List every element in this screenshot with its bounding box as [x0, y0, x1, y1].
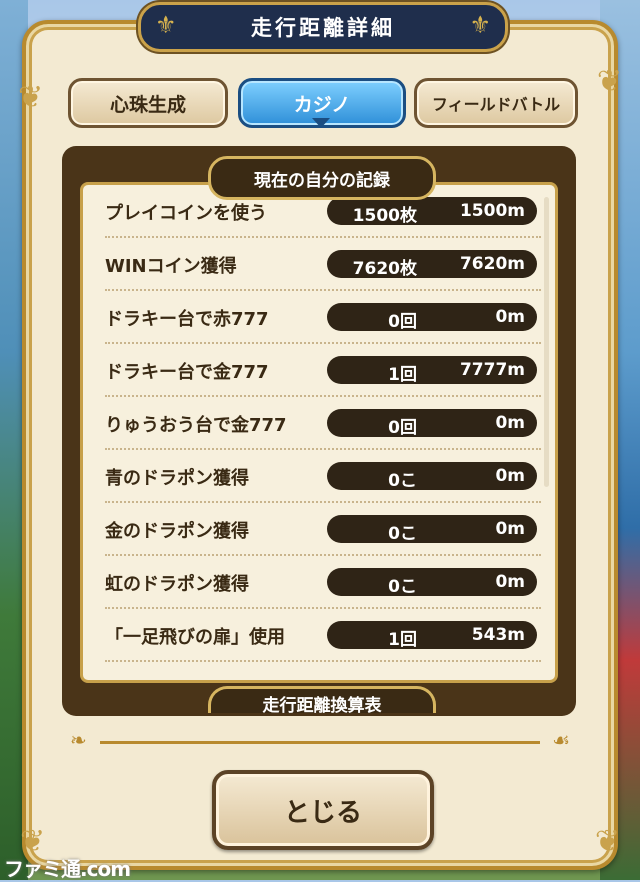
record-label: ドラキー台で金777 — [105, 362, 269, 383]
list-item: 金のドラポン獲得 0こ 0m — [83, 503, 555, 556]
record-count: 1回 — [388, 630, 417, 650]
record-count: 0こ — [388, 577, 417, 597]
record-label: 虹のドラポン獲得 — [105, 574, 249, 595]
record-count: 0回 — [388, 418, 417, 438]
record-count: 0こ — [388, 524, 417, 544]
ornamental-divider: ❧ ☙ — [70, 728, 570, 752]
list-item: 虹のドラポン獲得 0こ 0m — [83, 556, 555, 609]
list-item: 「一足飛びの扉」使用 1回 543m — [83, 609, 555, 662]
list-item: りゅうおう台で金777 0回 0m — [83, 397, 555, 450]
flourish-icon: ☙ — [552, 728, 570, 752]
record-label: りゅうおう台で金777 — [105, 415, 287, 436]
list-item: ドラキー台で赤777 0回 0m — [83, 291, 555, 344]
record-distance: 0m — [495, 413, 525, 433]
corner-ornament-icon: ❦ — [18, 80, 44, 115]
record-label: 金のドラポン獲得 — [105, 521, 249, 542]
record-value-pill: 1回 543m — [327, 621, 537, 650]
record-label: プレイコインを使う — [105, 203, 267, 224]
tab-field-battle[interactable]: フィールドバトル — [414, 78, 578, 128]
record-value-pill: 7620枚 7620m — [327, 250, 537, 279]
record-value-pill: 0回 0m — [327, 409, 537, 438]
record-value-pill: 1回 7777m — [327, 356, 537, 385]
list-item: 青のドラポン獲得 0こ 0m — [83, 450, 555, 503]
list-item: WINコイン獲得 7620枚 7620m — [83, 238, 555, 291]
record-distance: 0m — [495, 519, 525, 539]
watermark-logo: ファミ通.com — [4, 857, 131, 881]
active-tab-pointer-icon — [312, 118, 330, 128]
title-banner: ⚜ 走行距離詳細 ⚜ — [138, 2, 508, 52]
section-header-current-record: 現在の自分の記録 — [208, 156, 436, 200]
tab-heart-gem[interactable]: 心珠生成 — [68, 78, 228, 128]
record-label: WINコイン獲得 — [105, 256, 237, 277]
record-distance: 7620m — [459, 254, 525, 274]
record-label: 「一足飛びの扉」使用 — [105, 627, 285, 648]
record-label: 青のドラポン獲得 — [105, 468, 249, 489]
dialog-title: 走行距離詳細 — [251, 16, 395, 40]
record-distance: 0m — [495, 572, 525, 592]
record-distance: 0m — [495, 307, 525, 327]
record-distance: 7777m — [459, 360, 525, 380]
corner-ornament-icon: ❦ — [594, 824, 620, 859]
record-count: 0回 — [388, 312, 417, 332]
record-distance: 543m — [471, 625, 525, 645]
record-count: 7620枚 — [352, 259, 417, 279]
records-list[interactable]: プレイコインを使う 1500枚 1500m WINコイン獲得 7620枚 762… — [80, 182, 558, 683]
record-value-pill: 0こ 0m — [327, 515, 537, 544]
corner-ornament-icon: ❦ — [596, 64, 622, 99]
record-count: 0こ — [388, 471, 417, 491]
record-distance: 1500m — [459, 201, 525, 221]
fleur-de-lis-icon: ⚜ — [469, 11, 491, 39]
flourish-icon: ❧ — [70, 728, 87, 752]
record-value-pill: 1500枚 1500m — [327, 197, 537, 226]
fleur-de-lis-icon: ⚜ — [155, 11, 177, 39]
record-count: 1回 — [388, 365, 417, 385]
list-item: ドラキー台で金777 1回 7777m — [83, 344, 555, 397]
record-value-pill: 0こ 0m — [327, 462, 537, 491]
record-count: 1500枚 — [352, 206, 417, 226]
close-button[interactable]: とじる — [212, 770, 434, 850]
record-label: ドラキー台で赤777 — [105, 309, 269, 330]
record-value-pill: 0こ 0m — [327, 568, 537, 597]
records-frame[interactable]: プレイコインを使う 1500枚 1500m WINコイン獲得 7620枚 762… — [62, 146, 576, 716]
record-distance: 0m — [495, 466, 525, 486]
record-value-pill: 0回 0m — [327, 303, 537, 332]
section-header-conversion-table: 走行距離換算表 — [208, 686, 436, 713]
